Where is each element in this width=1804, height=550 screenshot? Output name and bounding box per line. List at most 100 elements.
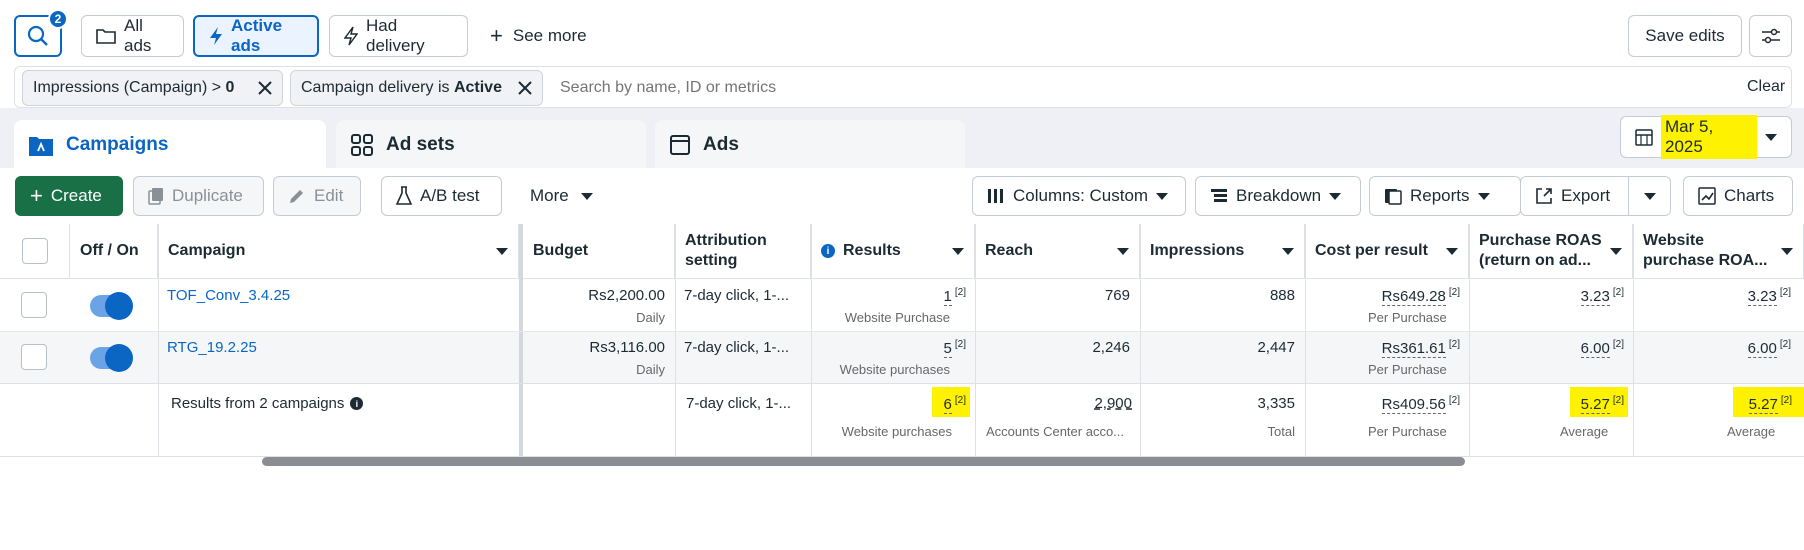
- summary-cost-per-result: Rs409.56 [2]: [1381, 395, 1460, 414]
- column-header-campaign[interactable]: Campaign: [158, 224, 519, 279]
- pencil-icon: [288, 187, 306, 205]
- breakdown-button[interactable]: Breakdown: [1195, 176, 1361, 216]
- search-icon: [27, 25, 49, 47]
- attribution-value: 7-day click, 1-...: [684, 339, 790, 356]
- summary-label: Results from 2 campaigns i: [171, 395, 364, 412]
- summary-attribution: 7-day click, 1-...: [686, 395, 792, 412]
- website-roas-value: 3.23 [2]: [1747, 287, 1791, 306]
- active-ads-button[interactable]: Active ads: [193, 15, 319, 57]
- campaign-toggle[interactable]: [90, 292, 133, 320]
- website-roas-value: 6.00 [2]: [1747, 339, 1791, 358]
- filter-count-badge: 2: [48, 9, 68, 29]
- plus-icon: +: [490, 23, 503, 48]
- column-header-purchase-roas[interactable]: Purchase ROAS (return on ad...: [1469, 224, 1633, 279]
- results-value: 1 [2]: [943, 287, 966, 306]
- chip-impressions-label: Impressions (Campaign) > 0: [33, 79, 235, 96]
- chevron-down-icon: [1765, 133, 1777, 141]
- settings-button[interactable]: [1749, 15, 1792, 57]
- export-dropdown-button[interactable]: [1628, 176, 1671, 216]
- duplicate-button[interactable]: Duplicate: [133, 176, 264, 216]
- sort-caret-icon[interactable]: [1282, 247, 1294, 255]
- edit-button[interactable]: Edit: [273, 176, 361, 216]
- column-header-cost-per-result[interactable]: Cost per result: [1305, 224, 1469, 279]
- summary-roas-type: Average: [1560, 424, 1609, 439]
- campaign-name-link[interactable]: RTG_19.2.25: [167, 339, 257, 356]
- summary-purchase-roas: 5.27 [2]: [1570, 387, 1628, 417]
- columns-button[interactable]: Columns: Custom: [972, 176, 1186, 216]
- save-edits-button[interactable]: Save edits: [1628, 15, 1742, 57]
- sort-caret-icon[interactable]: [1781, 247, 1793, 255]
- ab-test-label: A/B test: [420, 186, 480, 205]
- ads-icon: [669, 134, 691, 156]
- sliders-icon: [1761, 27, 1781, 45]
- row-checkbox[interactable]: [21, 292, 47, 318]
- select-all-checkbox[interactable]: [21, 238, 48, 264]
- see-more-button[interactable]: + See more: [490, 15, 587, 57]
- column-header-reach[interactable]: Reach: [975, 224, 1140, 279]
- export-button[interactable]: Export: [1520, 176, 1629, 216]
- close-icon[interactable]: [518, 81, 532, 95]
- chevron-down-icon: [580, 192, 593, 200]
- summary-results-type: Website purchases: [841, 424, 952, 439]
- plus-icon: +: [30, 183, 43, 208]
- column-header-impressions[interactable]: Impressions: [1140, 224, 1305, 279]
- reports-button[interactable]: Reports: [1369, 176, 1521, 216]
- save-edits-label: Save edits: [1645, 26, 1725, 45]
- close-icon[interactable]: [258, 81, 273, 95]
- sort-caret-icon[interactable]: [1610, 247, 1622, 255]
- reach-header-label: Reach: [985, 242, 1034, 259]
- horizontal-scrollbar[interactable]: [262, 457, 1465, 466]
- sort-caret-icon[interactable]: [1117, 247, 1129, 255]
- chevron-down-icon: [1156, 192, 1169, 200]
- results-value: 5 [2]: [943, 339, 966, 358]
- folder-icon: [96, 27, 116, 45]
- website-roas-header-label: Website purchase ROA...: [1643, 232, 1768, 269]
- tab-ads[interactable]: Ads: [655, 120, 965, 170]
- tab-ad-sets[interactable]: Ad sets: [336, 120, 646, 170]
- purchase-roas-value: 3.23 [2]: [1580, 287, 1624, 306]
- column-header-attribution[interactable]: Attribution setting: [675, 224, 811, 279]
- campaign-name-link[interactable]: TOF_Conv_3.4.25: [167, 287, 290, 304]
- sort-caret-icon[interactable]: [496, 247, 508, 255]
- export-label: Export: [1561, 186, 1611, 205]
- search-input[interactable]: [560, 72, 1460, 104]
- filter-chip-impressions[interactable]: Impressions (Campaign) > 0: [22, 70, 284, 106]
- lightning-icon: [209, 26, 223, 46]
- summary-impressions-value: 3,335: [1257, 395, 1295, 412]
- ab-test-button[interactable]: A/B test: [381, 176, 502, 216]
- search-button[interactable]: 2: [14, 9, 68, 57]
- column-header-budget[interactable]: Budget: [523, 224, 675, 279]
- all-ads-button[interactable]: All ads: [81, 15, 184, 57]
- table-row[interactable]: TOF_Conv_3.4.25 Rs2,200.00 Daily 7-day c…: [0, 279, 1804, 331]
- chart-icon: [1698, 187, 1716, 205]
- cost-per-result-value: Rs361.61 [2]: [1381, 339, 1460, 358]
- campaign-toggle[interactable]: [90, 344, 133, 372]
- cost-per-result-header-label: Cost per result: [1315, 242, 1428, 259]
- info-icon[interactable]: i: [821, 244, 835, 258]
- filter-chip-delivery[interactable]: Campaign delivery is Active: [290, 70, 543, 106]
- summary-web-roas-type: Average: [1727, 424, 1776, 439]
- summary-cpr-type: Per Purchase: [1368, 424, 1447, 439]
- row-checkbox[interactable]: [21, 344, 47, 370]
- purchase-roas-header-label: Purchase ROAS (return on ad...: [1479, 232, 1602, 269]
- column-header-website-roas[interactable]: Website purchase ROA...: [1633, 224, 1804, 279]
- clear-button[interactable]: Clear: [1747, 78, 1785, 96]
- attribution-value: 7-day click, 1-...: [684, 287, 790, 304]
- ad-sets-icon: [350, 133, 374, 157]
- reports-label: Reports: [1410, 186, 1470, 205]
- more-button[interactable]: More: [530, 176, 593, 216]
- info-icon[interactable]: i: [350, 397, 364, 410]
- tab-campaigns[interactable]: Campaigns: [14, 120, 326, 170]
- charts-button[interactable]: Charts: [1683, 176, 1793, 216]
- cost-per-result-type: Per Purchase: [1368, 362, 1447, 377]
- sort-caret-icon[interactable]: [1446, 247, 1458, 255]
- column-header-results[interactable]: i Results: [811, 224, 975, 279]
- create-button[interactable]: + Create: [15, 176, 123, 216]
- table-row[interactable]: RTG_19.2.25 Rs3,116.00 Daily 7-day click…: [0, 331, 1804, 383]
- date-picker[interactable]: Mar 5, 2025: [1620, 115, 1792, 159]
- had-delivery-button[interactable]: Had delivery: [329, 15, 468, 57]
- reach-value: 2,246: [1092, 339, 1130, 356]
- columns-label: Columns: Custom: [1013, 186, 1149, 205]
- column-header-off-on[interactable]: Off / On: [70, 224, 158, 279]
- sort-caret-icon[interactable]: [952, 247, 964, 255]
